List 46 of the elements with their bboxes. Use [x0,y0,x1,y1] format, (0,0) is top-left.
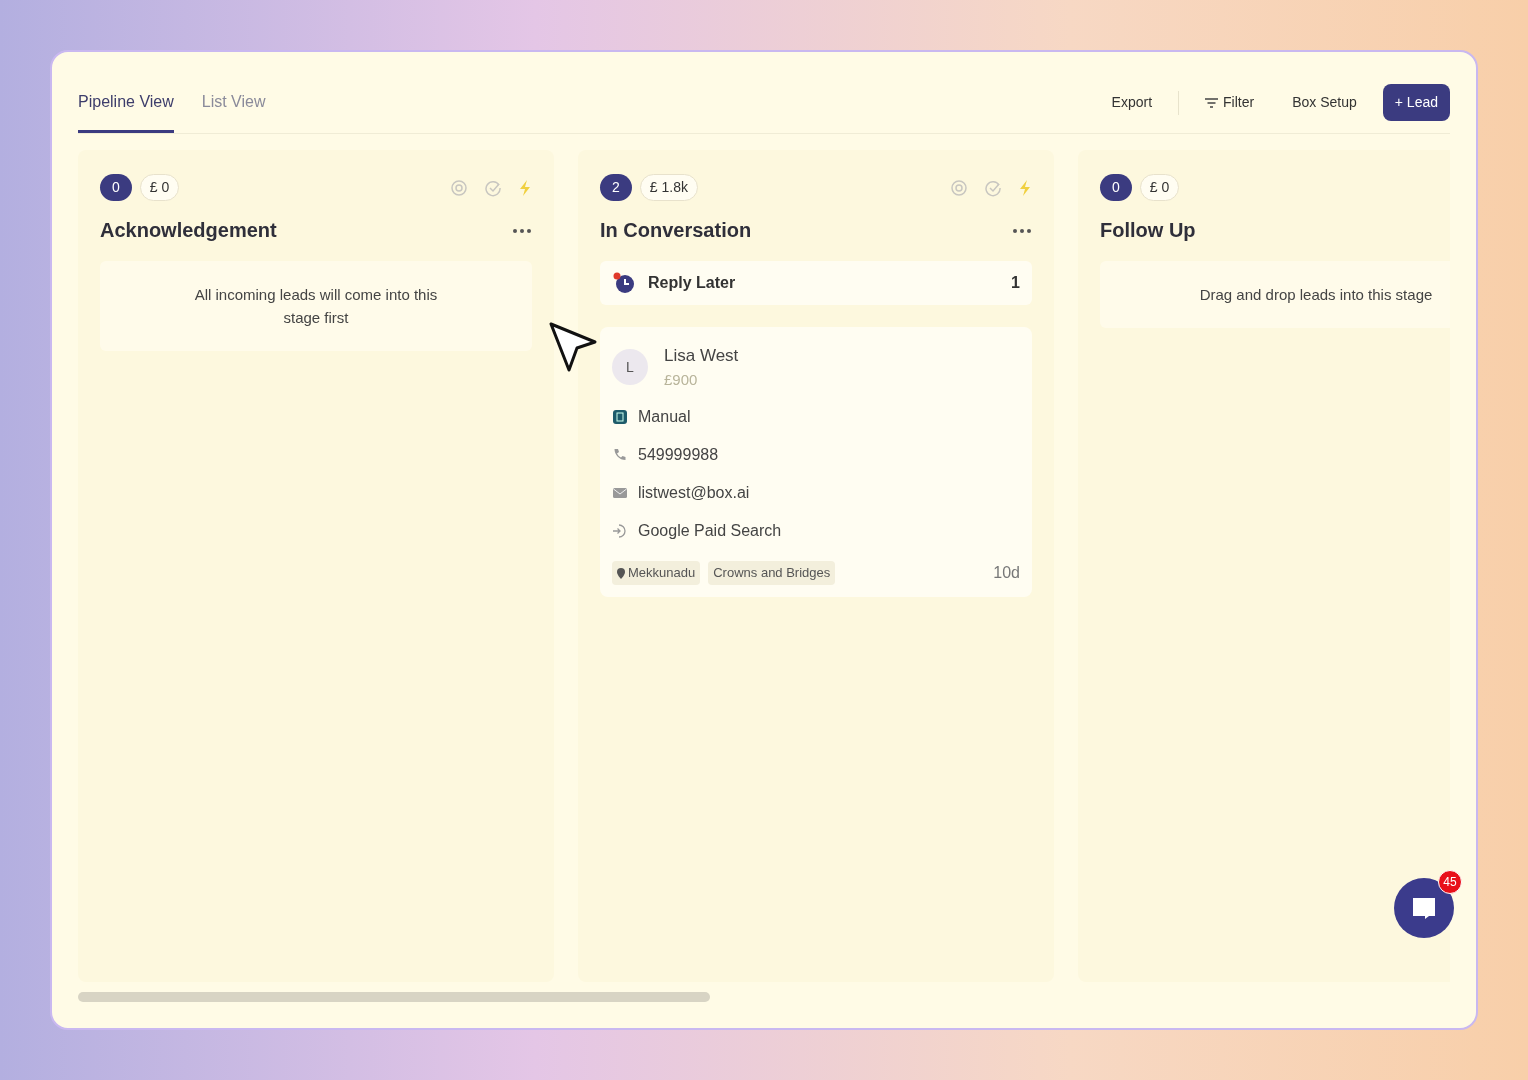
mail-icon [612,485,628,501]
lead-source: Manual [638,407,691,427]
phone-icon [612,447,628,463]
tag-text: Mekkunadu [628,564,696,583]
group-label: Reply Later [648,273,736,293]
more-icon[interactable] [1012,228,1032,234]
lead-age: 10d [993,563,1020,583]
stage-title: In Conversation [600,218,752,243]
stage-title: Follow Up [1100,218,1196,243]
lightning-icon[interactable] [518,178,532,197]
toolbar-button[interactable]: Box Setup [1280,86,1369,119]
avatar-initial: L [612,349,648,385]
stage-value: £ 1.8k [639,174,698,201]
add-lead-button[interactable]: + Lead [1382,84,1450,121]
lead-value: £900 [664,369,699,390]
lead-channel: Google Paid Search [638,521,782,541]
filter-icon [1205,97,1219,108]
check-circle-icon[interactable] [484,178,502,197]
check-circle-icon[interactable] [984,178,1002,197]
tab[interactable]: Pipeline View [78,72,174,133]
lead-name: Lisa West [664,345,739,367]
notification-count: 45 [1438,870,1462,894]
empty-stage-message: Drag and drop leads into this stage [1100,261,1450,328]
sign-in-icon [612,523,628,539]
lead-email: listwest@box.ai [638,483,750,503]
lightning-icon[interactable] [1018,178,1032,197]
filter-button[interactable]: Filter [1193,86,1267,119]
stage-title: Acknowledgement [100,218,277,243]
horizontal-scrollbar[interactable] [78,992,710,1002]
empty-stage-message: All incoming leads will come into this stage first [100,261,532,351]
document-icon [612,409,628,425]
lead-card[interactable]: L Lisa West £900 Manual 549999988 listwest@box.ai Google Paid Search Mekkunadu Crowns and Bridges 10d [600,327,1032,597]
toolbar-button[interactable]: Export [1099,86,1165,119]
target-icon[interactable] [950,178,968,197]
stage-value: £ 0 [1139,174,1180,201]
lead-count: 0 [1100,174,1132,201]
target-icon[interactable] [450,178,468,197]
lead-group[interactable]: Reply Later 1 [600,261,1032,305]
tag-text: Crowns and Bridges [713,564,831,583]
more-icon[interactable] [512,228,532,234]
group-count: 1 [1011,273,1020,293]
location-pin-icon [617,567,625,579]
stage-value: £ 0 [139,174,180,201]
lead-phone: 549999988 [638,445,719,465]
lead-count: 0 [100,174,132,201]
lead-count: 2 [600,174,632,201]
